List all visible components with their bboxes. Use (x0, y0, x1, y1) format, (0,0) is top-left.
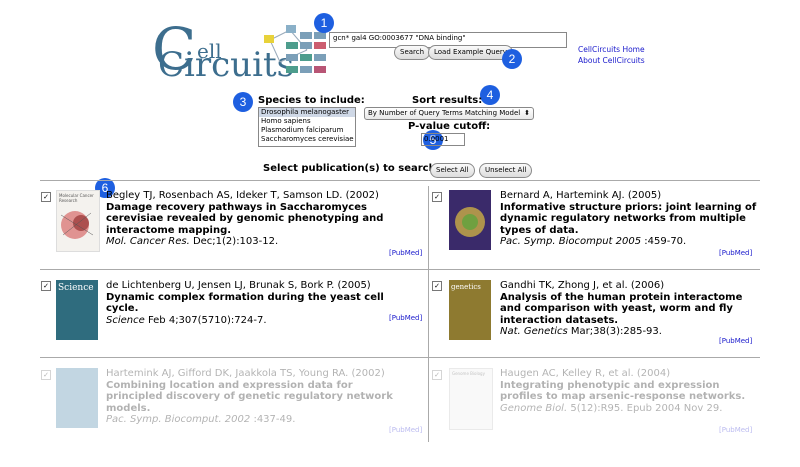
network-image (60, 211, 94, 239)
species-option[interactable]: Saccharomyces cerevisiae (259, 135, 355, 144)
species-listbox[interactable]: Drosophila melanogaster Homo sapiens Pla… (258, 107, 356, 147)
pub-journal: Pac. Symp. Biocomput. 2002 (106, 414, 251, 425)
pub-journal: Nat. Genetics (500, 326, 568, 337)
pub-authors: Bernard A, Hartemink AJ. (2005) (500, 190, 662, 201)
publication-entry: de Lichtenberg U, Jensen LJ, Brunak S, B… (106, 280, 406, 326)
annotation-badge-3: 3 (233, 92, 253, 112)
pubmed-link[interactable]: [PubMed] (389, 426, 422, 434)
cellcircuits-home-link[interactable]: CellCircuits Home (578, 45, 645, 54)
about-cellcircuits-link[interactable]: About CellCircuits (578, 56, 645, 65)
sort-select[interactable]: By Number of Query Terms Matching Model ⬍ (364, 107, 534, 120)
annotation-badge-2: 2 (502, 49, 522, 69)
select-all-button[interactable]: Select All (430, 163, 475, 178)
pub-citation: Mar;38(3):285-93. (567, 326, 662, 337)
journal-cover-thumbnail: Science (56, 280, 98, 340)
column-divider (428, 186, 429, 442)
species-option[interactable]: Drosophila melanogaster (259, 108, 355, 117)
annotation-badge-4: 4 (480, 85, 500, 105)
divider (40, 357, 760, 358)
publication-entry: Haugen AC, Kelley R, et al. (2004) Integ… (500, 368, 765, 414)
pub-journal: Genome Biol. (500, 402, 568, 414)
pub-citation: 5(12):R95. Epub 2004 Nov 29. (567, 402, 723, 414)
journal-cover-thumbnail: genetics (449, 280, 491, 340)
pub-checkbox[interactable]: ✓ (432, 281, 442, 291)
pub-title: Analysis of the human protein interactom… (500, 291, 743, 326)
network-image (455, 207, 485, 237)
thumb-text: genetics (451, 283, 481, 291)
pub-authors: Haugen AC, Kelley R, et al. (2004) (500, 368, 671, 379)
sort-label: Sort results: (412, 95, 483, 106)
pub-citation: Dec;1(2):103-12. (189, 236, 279, 247)
publication-entry: Bernard A, Hartemink AJ. (2005) Informat… (500, 190, 765, 248)
pub-authors: Hartemink AJ, Gifford DK, Jaakkola TS, Y… (106, 368, 385, 379)
pub-authors: Begley TJ, Rosenbach AS, Ideker T, Samso… (106, 190, 379, 201)
pub-title: Informative structure priors: joint lear… (500, 201, 757, 236)
pvalue-label: P-value cutoff: (408, 121, 491, 132)
journal-cover-thumbnail (449, 190, 491, 250)
pub-journal: Mol. Cancer Res. (106, 236, 190, 247)
divider (40, 180, 760, 181)
pub-journal: Science (106, 314, 145, 326)
pvalue-input[interactable]: 0.0001 (421, 133, 465, 146)
pub-authors: Gandhi TK, Zhong J, et al. (2006) (500, 280, 665, 291)
pub-journal: Pac. Symp. Biocomput 2005 (500, 236, 642, 247)
publications-label: Select publication(s) to search: (263, 163, 440, 174)
pub-checkbox[interactable]: ✓ (41, 192, 51, 202)
pub-title: Integrating phenotypic and expression pr… (500, 379, 746, 403)
pub-checkbox[interactable]: ✓ (41, 281, 51, 291)
thumb-text: Molecular Cancer Research (59, 193, 94, 203)
pub-checkbox[interactable]: ✓ (432, 192, 442, 202)
load-example-query-button[interactable]: Load Example Query (428, 45, 513, 60)
annotation-badge-1: 1 (314, 13, 334, 33)
search-button[interactable]: Search (394, 45, 431, 60)
pub-title: Damage recovery pathways in Saccharomyce… (106, 201, 384, 236)
species-label: Species to include: (258, 95, 365, 106)
pub-checkbox[interactable]: ✓ (41, 370, 51, 380)
pub-citation: Feb 4;307(5710):724-7. (144, 314, 267, 326)
pub-citation: :437-49. (250, 414, 296, 425)
pub-title: Combining location and expression data f… (106, 379, 393, 414)
journal-cover-thumbnail: Molecular Cancer Research (56, 190, 100, 252)
publication-entry: Begley TJ, Rosenbach AS, Ideker T, Samso… (106, 190, 406, 248)
divider (40, 269, 760, 270)
pubmed-link[interactable]: [PubMed] (719, 337, 752, 345)
species-option[interactable]: Homo sapiens (259, 117, 355, 126)
pub-citation: :459-70. (641, 236, 687, 247)
pubmed-link[interactable]: [PubMed] (719, 249, 752, 257)
journal-cover-thumbnail: Genome Biology (449, 368, 493, 430)
pubmed-link[interactable]: [PubMed] (389, 249, 422, 257)
journal-cover-thumbnail (56, 368, 98, 428)
pub-authors: de Lichtenberg U, Jensen LJ, Brunak S, B… (106, 280, 371, 291)
pub-title: Dynamic complex formation during the yea… (106, 291, 384, 315)
pubmed-link[interactable]: [PubMed] (719, 426, 752, 434)
publication-entry: Hartemink AJ, Gifford DK, Jaakkola TS, Y… (106, 368, 406, 426)
publication-entry: Gandhi TK, Zhong J, et al. (2006) Analys… (500, 280, 765, 338)
chevron-down-icon: ⬍ (524, 109, 530, 117)
thumb-text: Genome Biology (452, 371, 485, 376)
pubmed-link[interactable]: [PubMed] (389, 314, 422, 322)
sort-select-value: By Number of Query Terms Matching Model (368, 109, 521, 117)
species-option[interactable]: Plasmodium falciparum (259, 126, 355, 135)
thumb-text: Science (58, 283, 94, 293)
pub-checkbox[interactable]: ✓ (432, 370, 442, 380)
unselect-all-button[interactable]: Unselect All (479, 163, 533, 178)
